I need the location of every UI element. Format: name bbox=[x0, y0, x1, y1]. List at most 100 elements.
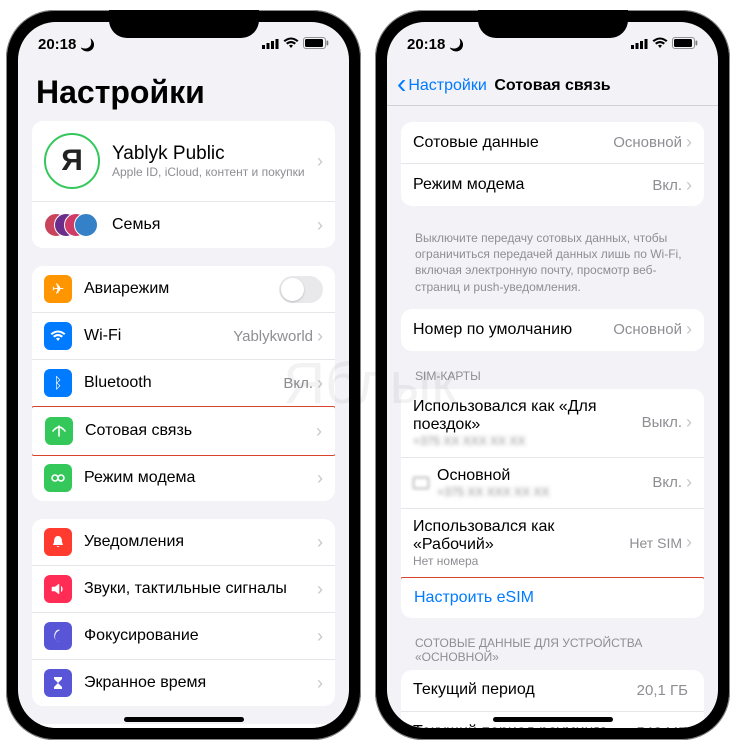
wifi-icon bbox=[652, 36, 668, 53]
roaming-value: 546 МБ bbox=[636, 724, 688, 728]
bluetooth-row[interactable]: ᛒ Bluetooth Вкл. › bbox=[32, 360, 335, 407]
hotspot-value: Вкл. bbox=[652, 177, 682, 194]
profile-sub: Apple ID, iCloud, контент и покупки bbox=[112, 165, 317, 179]
focus-row[interactable]: Фокусирование › bbox=[32, 613, 335, 660]
sounds-row[interactable]: Звуки, тактильные сигналы › bbox=[32, 566, 335, 613]
chevron-icon: › bbox=[317, 326, 323, 347]
wifi-row[interactable]: Wi-Fi Yablykworld › bbox=[32, 313, 335, 360]
sim-work-value: Нет SIM bbox=[629, 535, 682, 551]
sim-travel-row[interactable]: Использовался как «Для поездок» +375 XX … bbox=[401, 389, 704, 458]
sim-travel-label: Использовался как «Для поездок» bbox=[413, 398, 642, 434]
usage-header: СОТОВЫЕ ДАННЫЕ ДЛЯ УСТРОЙСТВА «ОСНОВНОЙ» bbox=[401, 636, 704, 670]
general-row[interactable]: Основные › bbox=[32, 724, 335, 728]
back-button[interactable]: Настройки bbox=[397, 77, 487, 95]
current-period-row[interactable]: Текущий период 20,1 ГБ bbox=[401, 670, 704, 712]
bell-icon bbox=[44, 528, 72, 556]
notch bbox=[478, 10, 628, 38]
chevron-icon: › bbox=[686, 132, 692, 153]
notch bbox=[109, 10, 259, 38]
default-number-label: Номер по умолчанию bbox=[413, 321, 613, 339]
sounds-label: Звуки, тактильные сигналы bbox=[84, 580, 317, 598]
sim-travel-sub: +375 XX XXX XX XX bbox=[413, 434, 642, 448]
home-indicator[interactable] bbox=[493, 717, 613, 722]
family-label: Семья bbox=[112, 216, 317, 234]
chevron-icon: › bbox=[317, 532, 323, 553]
status-time: 20:18 bbox=[407, 36, 445, 53]
wifi-label: Wi-Fi bbox=[84, 327, 233, 345]
footer-text: Выключите передачу сотовых данных, чтобы… bbox=[401, 224, 704, 309]
avatar: Я bbox=[44, 133, 100, 189]
wifi-icon bbox=[283, 36, 299, 53]
chevron-icon: › bbox=[686, 175, 692, 196]
chevron-icon: › bbox=[317, 373, 323, 394]
hotspot-label: Режим модема bbox=[84, 469, 317, 487]
signal-icon bbox=[631, 36, 648, 53]
phone-right: 20:18 Настройки Сотовая связь Сотовые да… bbox=[375, 10, 730, 740]
battery-icon bbox=[672, 36, 698, 53]
dnd-icon bbox=[449, 36, 464, 53]
wifi-settings-icon bbox=[44, 322, 72, 350]
cellular-label: Сотовая связь bbox=[85, 422, 316, 440]
hotspot-row[interactable]: Режим модема Вкл. › bbox=[401, 164, 704, 206]
cellular-data-value: Основной bbox=[613, 134, 682, 151]
home-indicator[interactable] bbox=[124, 717, 244, 722]
status-time: 20:18 bbox=[38, 36, 76, 53]
family-row[interactable]: Семья › bbox=[32, 202, 335, 248]
chevron-icon: › bbox=[686, 532, 692, 553]
sim-icon bbox=[413, 477, 429, 489]
chevron-icon: › bbox=[317, 673, 323, 694]
bluetooth-icon: ᛒ bbox=[44, 369, 72, 397]
notifications-label: Уведомления bbox=[84, 533, 317, 551]
sim-primary-label: Основной bbox=[437, 467, 652, 485]
chevron-icon: › bbox=[317, 626, 323, 647]
bluetooth-value: Вкл. bbox=[283, 375, 313, 392]
setup-esim-row[interactable]: Настроить eSIM bbox=[401, 577, 704, 618]
cellular-data-label: Сотовые данные bbox=[413, 134, 613, 152]
airplane-switch[interactable] bbox=[279, 276, 323, 303]
focus-icon bbox=[44, 622, 72, 650]
sounds-icon bbox=[44, 575, 72, 603]
sim-primary-value: Вкл. bbox=[652, 474, 682, 491]
sim-primary-row[interactable]: Основной +375 XX XXX XX XX Вкл. › bbox=[401, 458, 704, 509]
airplane-row[interactable]: ✈ Авиарежим bbox=[32, 266, 335, 313]
notifications-row[interactable]: Уведомления › bbox=[32, 519, 335, 566]
chevron-icon: › bbox=[316, 421, 322, 442]
battery-icon bbox=[303, 36, 329, 53]
cellular-data-row[interactable]: Сотовые данные Основной › bbox=[401, 122, 704, 164]
current-period-label: Текущий период bbox=[413, 681, 637, 699]
chevron-icon: › bbox=[686, 319, 692, 340]
hotspot-icon bbox=[44, 464, 72, 492]
family-avatars bbox=[44, 211, 100, 239]
chevron-icon: › bbox=[317, 151, 323, 172]
sim-work-sub: Нет номера bbox=[413, 554, 629, 568]
screentime-label: Экранное время bbox=[84, 674, 317, 692]
chevron-icon: › bbox=[317, 468, 323, 489]
airplane-label: Авиарежим bbox=[84, 280, 279, 298]
sim-work-row[interactable]: Использовался как «Рабочий» Нет номера Н… bbox=[401, 509, 704, 578]
apple-id-row[interactable]: Я Yablyk Public Apple ID, iCloud, контен… bbox=[32, 121, 335, 202]
chevron-icon: › bbox=[686, 412, 692, 433]
sim-primary-sub: +375 XX XXX XX XX bbox=[437, 485, 652, 499]
bluetooth-label: Bluetooth bbox=[84, 374, 283, 392]
phone-left: 20:18 Настройки Я Yablyk Public Apple ID… bbox=[6, 10, 361, 740]
setup-esim-label: Настроить eSIM bbox=[414, 589, 691, 607]
sim-travel-value: Выкл. bbox=[642, 414, 682, 431]
default-number-row[interactable]: Номер по умолчанию Основной › bbox=[401, 309, 704, 351]
cellular-row[interactable]: Сотовая связь › bbox=[32, 406, 335, 456]
sim-header: SIM-КАРТЫ bbox=[401, 369, 704, 389]
hotspot-label: Режим модема bbox=[413, 176, 652, 194]
sim-work-label: Использовался как «Рабочий» bbox=[413, 518, 629, 554]
cellular-icon bbox=[45, 417, 73, 445]
roaming-label: Текущий период роуминга bbox=[413, 723, 636, 728]
chevron-icon: › bbox=[686, 472, 692, 493]
airplane-icon: ✈ bbox=[44, 275, 72, 303]
wifi-value: Yablykworld bbox=[233, 328, 313, 345]
profile-name: Yablyk Public bbox=[112, 143, 317, 165]
navbar: Настройки Сотовая связь bbox=[387, 66, 718, 106]
dnd-icon bbox=[80, 36, 95, 53]
hotspot-row[interactable]: Режим модема › bbox=[32, 455, 335, 501]
signal-icon bbox=[262, 36, 279, 53]
focus-label: Фокусирование bbox=[84, 627, 317, 645]
screentime-row[interactable]: Экранное время › bbox=[32, 660, 335, 706]
chevron-icon: › bbox=[317, 579, 323, 600]
